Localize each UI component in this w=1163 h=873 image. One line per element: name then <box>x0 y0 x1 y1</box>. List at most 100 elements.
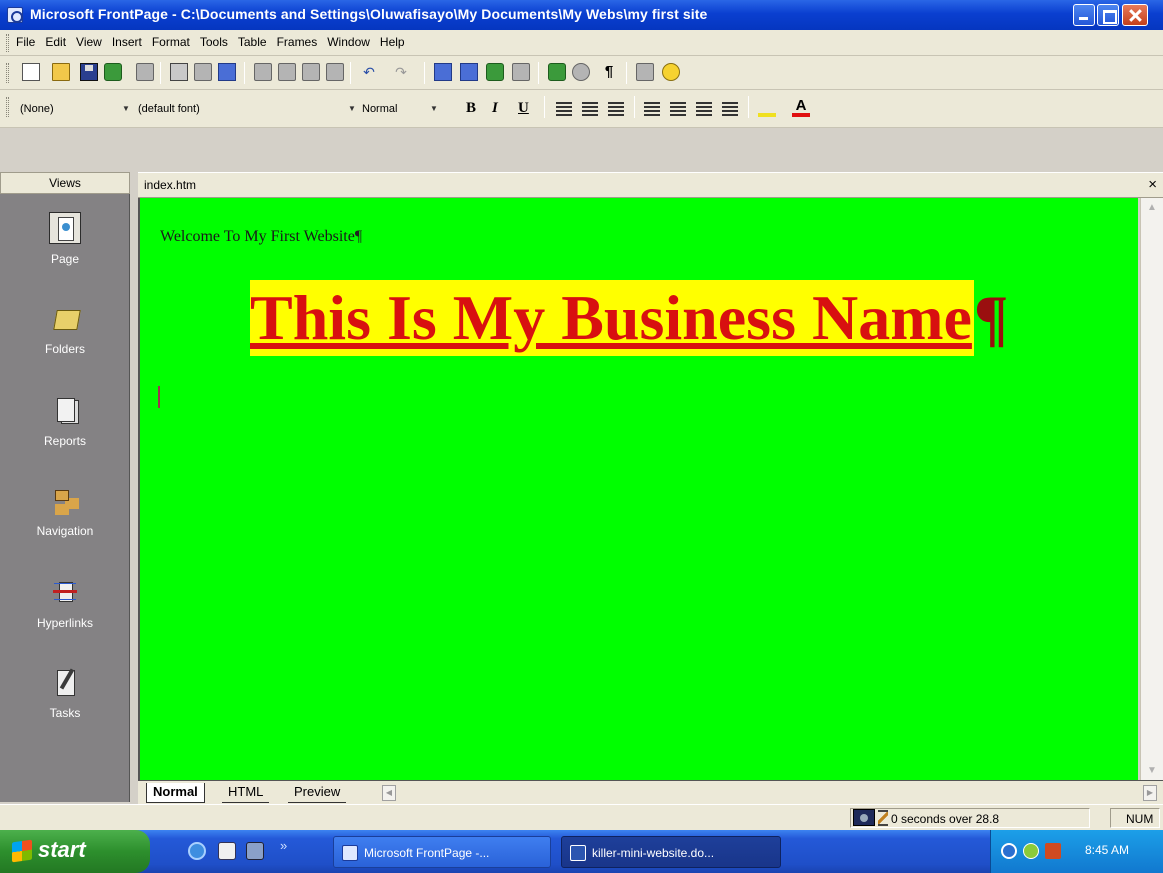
system-tray: 8:45 AM <box>990 830 1163 873</box>
style-dropdown[interactable]: (None) ▼ <box>20 98 132 120</box>
toolbar-grip[interactable] <box>6 34 9 52</box>
scroll-left-icon[interactable]: ◀ <box>382 785 396 801</box>
preview-browser-icon[interactable] <box>194 63 212 81</box>
view-page[interactable]: Page <box>0 212 130 300</box>
publish-icon[interactable] <box>104 63 122 81</box>
view-reports[interactable]: Reports <box>0 394 130 482</box>
toolbar-grip[interactable] <box>6 97 9 117</box>
paste-icon[interactable] <box>302 63 320 81</box>
taskbar-word-document[interactable]: killer-mini-website.do... <box>561 836 781 868</box>
spelling-icon[interactable] <box>218 63 236 81</box>
messenger-icon[interactable] <box>1023 843 1039 859</box>
view-hyperlinks[interactable]: Hyperlinks <box>0 576 130 664</box>
business-heading[interactable]: This Is My Business Name¶ <box>250 280 1008 356</box>
paragraph-mark: ¶ <box>354 228 363 245</box>
copy-icon[interactable] <box>278 63 296 81</box>
menu-frames[interactable]: Frames <box>277 35 318 49</box>
vertical-scrollbar[interactable]: ▲ ▼ <box>1140 198 1163 780</box>
start-button[interactable]: start <box>0 830 150 873</box>
bullets-icon[interactable] <box>670 102 686 116</box>
close-document-icon[interactable]: × <box>1148 176 1157 193</box>
menu-insert[interactable]: Insert <box>112 35 142 49</box>
italic-button[interactable]: I <box>492 100 498 117</box>
view-label: Tasks <box>49 706 81 720</box>
document-tab-bar: index.htm × <box>138 172 1163 198</box>
bold-button[interactable]: B <box>466 100 476 117</box>
security-icon[interactable] <box>1045 843 1061 859</box>
scroll-up-icon[interactable]: ▲ <box>1145 202 1159 213</box>
clock[interactable]: 8:45 AM <box>1085 843 1129 857</box>
menu-help[interactable]: Help <box>380 35 405 49</box>
underline-button[interactable]: U <box>518 100 529 117</box>
save-icon[interactable] <box>80 63 98 81</box>
welcome-paragraph[interactable]: Welcome To My First Website¶ <box>160 228 362 246</box>
open-icon[interactable] <box>52 63 70 81</box>
close-button[interactable] <box>1122 4 1148 26</box>
decrease-indent-icon[interactable] <box>696 102 712 116</box>
stop-icon[interactable] <box>572 63 590 81</box>
standard-toolbar: ↶ ↷ ¶ <box>0 56 1163 90</box>
welcome-text: Welcome To My First Website <box>160 228 355 245</box>
internet-explorer-icon[interactable] <box>188 842 206 860</box>
undo-icon[interactable]: ↶ <box>360 63 378 81</box>
scroll-down-icon[interactable]: ▼ <box>1145 765 1159 776</box>
tab-html[interactable]: HTML <box>222 783 270 803</box>
menu-edit[interactable]: Edit <box>45 35 66 49</box>
page-icon <box>49 212 81 244</box>
menu-view[interactable]: View <box>76 35 102 49</box>
refresh-icon[interactable] <box>548 63 566 81</box>
folder-icon <box>49 302 81 334</box>
help-icon[interactable] <box>636 63 654 81</box>
chevron-down-icon: ▼ <box>348 104 356 113</box>
view-tasks[interactable]: Tasks <box>0 666 130 754</box>
font-size-dropdown[interactable]: Normal ▼ <box>362 98 440 120</box>
maximize-button[interactable] <box>1097 4 1119 26</box>
media-player-icon[interactable] <box>246 842 264 860</box>
insert-component-icon[interactable] <box>434 63 452 81</box>
web-component-icon[interactable] <box>512 63 530 81</box>
toolbar-grip[interactable] <box>6 63 9 83</box>
window-title: Microsoft FrontPage - C:\Documents and S… <box>30 6 708 22</box>
menu-tools[interactable]: Tools <box>200 35 228 49</box>
align-center-icon[interactable] <box>582 102 598 116</box>
highlight-color-icon[interactable] <box>758 99 776 117</box>
document-tab[interactable]: index.htm <box>144 178 196 192</box>
font-color-icon[interactable]: A <box>792 98 810 117</box>
menu-table[interactable]: Table <box>238 35 267 49</box>
show-all-icon[interactable]: ¶ <box>600 63 618 81</box>
increase-indent-icon[interactable] <box>722 102 738 116</box>
align-left-icon[interactable] <box>556 102 572 116</box>
frontpage-icon <box>342 845 358 861</box>
frontpage-app-icon[interactable] <box>7 7 23 23</box>
formatting-toolbar: (None) ▼ (default font) ▼ Normal ▼ B I U… <box>0 90 1163 128</box>
tab-normal[interactable]: Normal <box>146 783 205 803</box>
office-assistant-icon[interactable] <box>662 63 680 81</box>
print-icon[interactable] <box>170 63 188 81</box>
show-desktop-icon[interactable] <box>218 842 236 860</box>
text-cursor <box>158 386 160 408</box>
quick-launch-more-icon[interactable]: » <box>280 838 287 853</box>
page-editor[interactable]: Welcome To My First Website¶ This Is My … <box>138 198 1138 780</box>
insert-table-icon[interactable] <box>460 63 478 81</box>
menu-file[interactable]: File <box>16 35 35 49</box>
menu-window[interactable]: Window <box>327 35 370 49</box>
taskbar-frontpage[interactable]: Microsoft FrontPage -... <box>333 836 551 868</box>
redo-icon[interactable]: ↷ <box>392 63 410 81</box>
format-painter-icon[interactable] <box>326 63 344 81</box>
folder-list-icon[interactable] <box>136 63 154 81</box>
title-bar: Microsoft FrontPage - C:\Documents and S… <box>0 0 1163 30</box>
menu-format[interactable]: Format <box>152 35 190 49</box>
scroll-right-icon[interactable]: ▶ <box>1143 785 1157 801</box>
cut-icon[interactable] <box>254 63 272 81</box>
align-right-icon[interactable] <box>608 102 624 116</box>
view-folders[interactable]: Folders <box>0 302 130 390</box>
new-page-icon[interactable] <box>22 63 40 81</box>
font-dropdown[interactable]: (default font) ▼ <box>138 98 358 120</box>
numbering-icon[interactable] <box>644 102 660 116</box>
insert-picture-icon[interactable] <box>486 63 504 81</box>
view-label: Navigation <box>36 524 94 538</box>
view-navigation[interactable]: Navigation <box>0 484 130 572</box>
network-icon[interactable] <box>1001 843 1017 859</box>
minimize-button[interactable] <box>1073 4 1095 26</box>
tab-preview[interactable]: Preview <box>288 783 347 803</box>
